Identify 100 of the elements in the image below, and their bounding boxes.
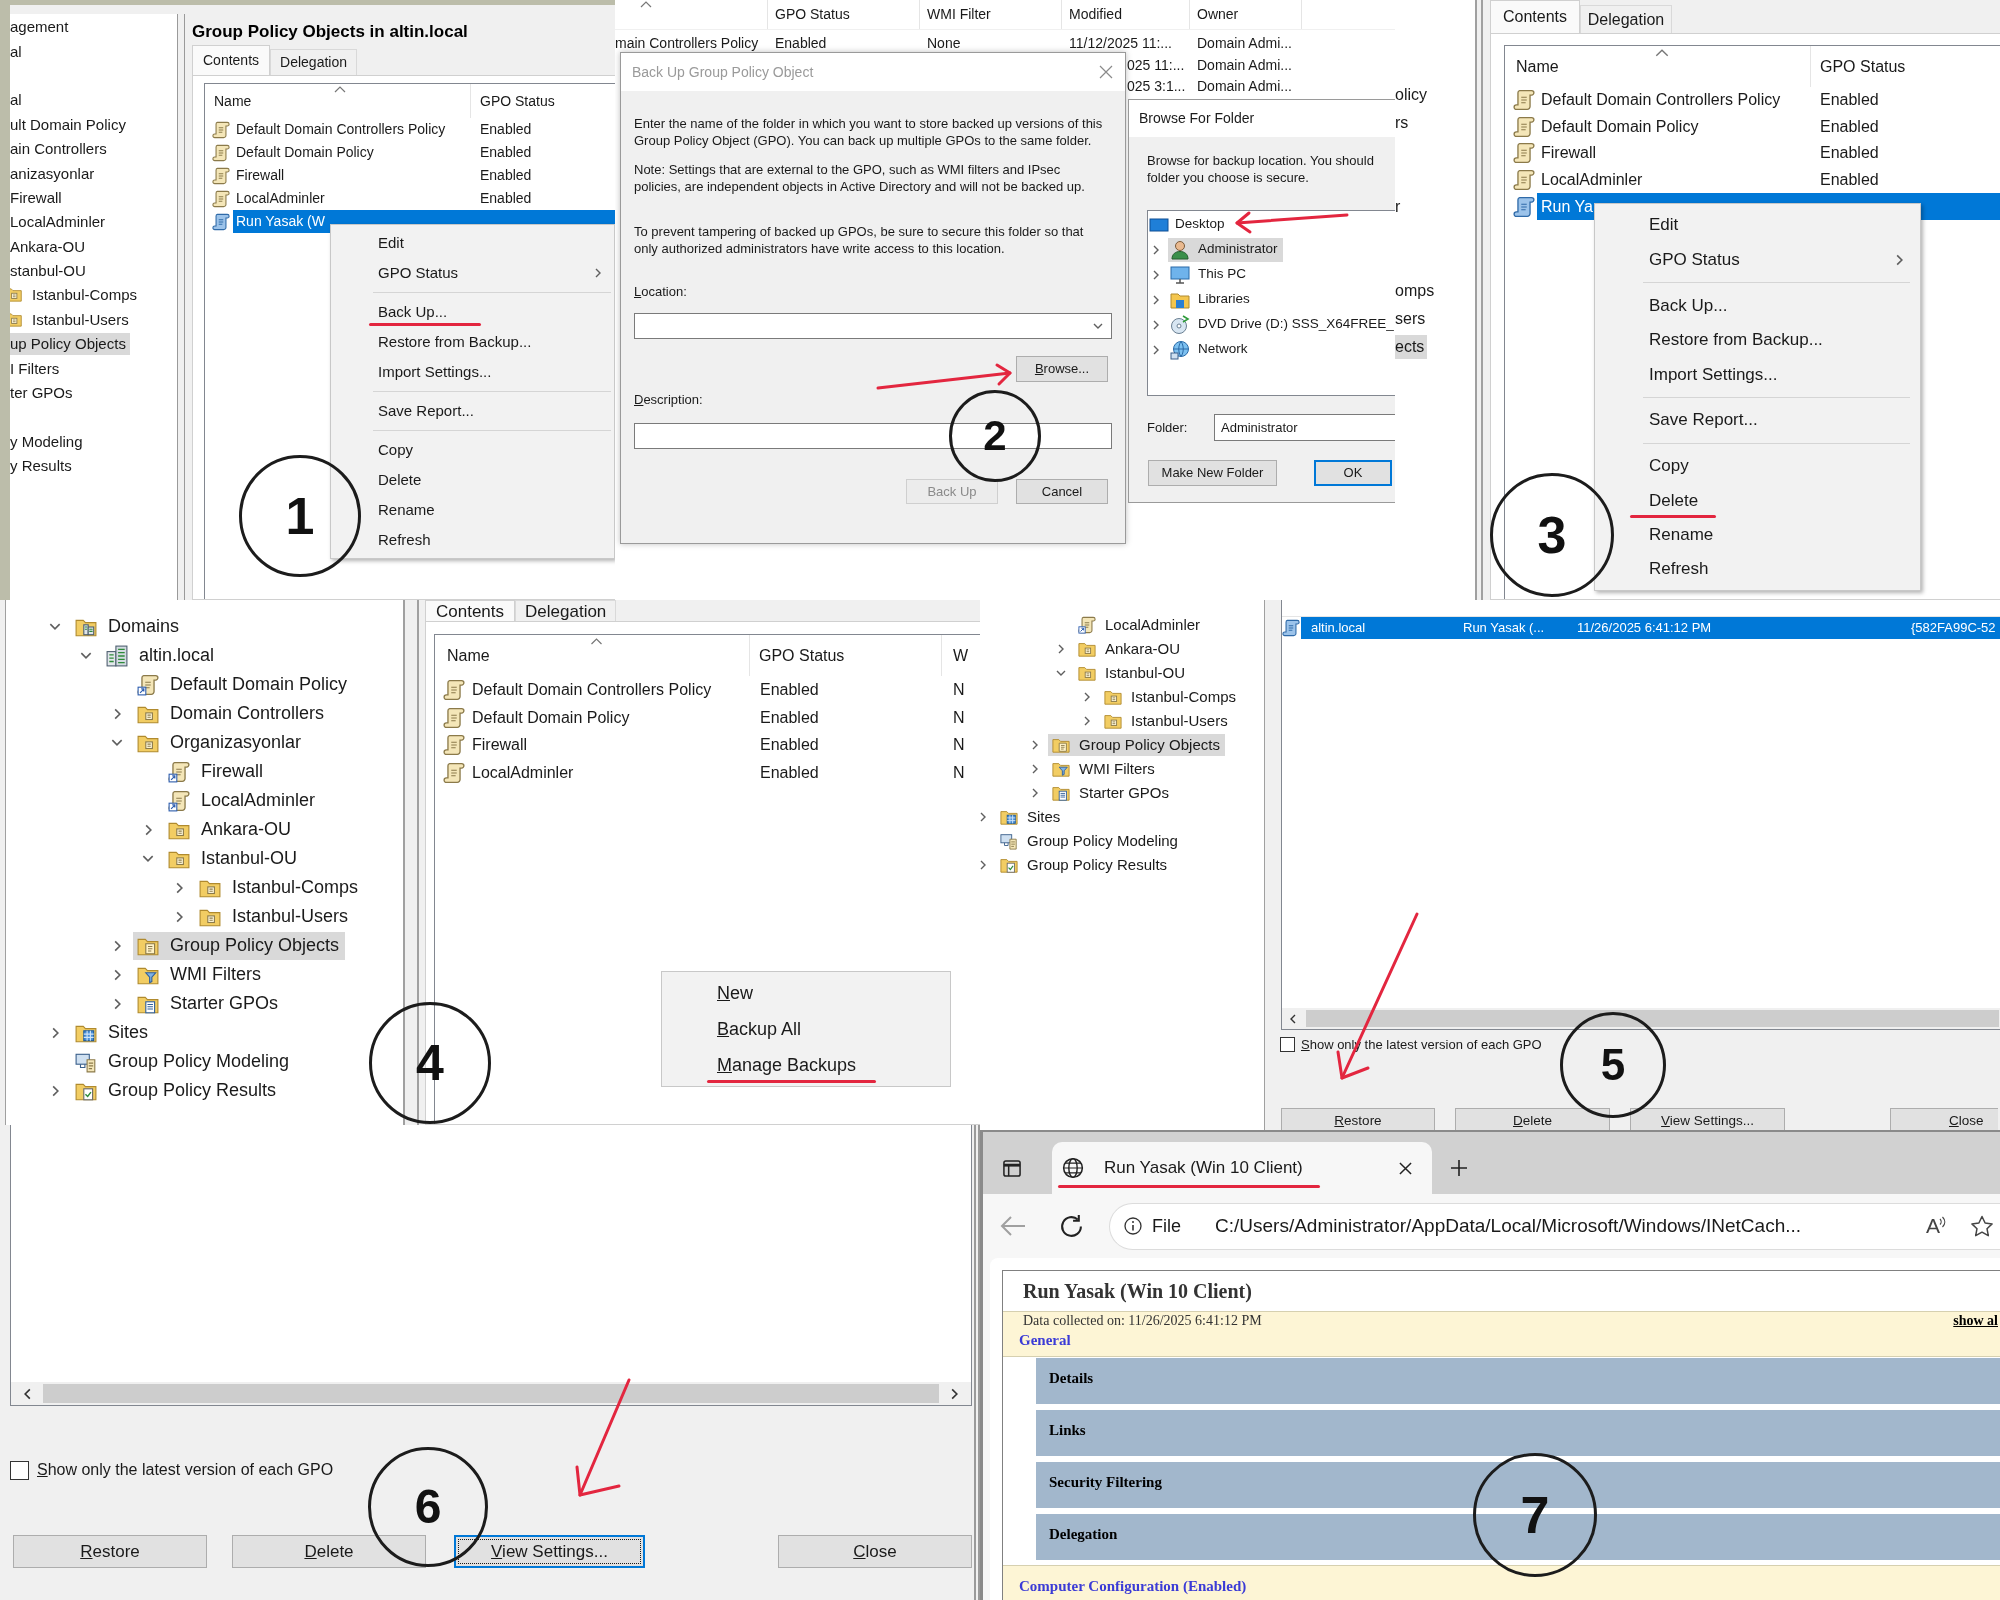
dialog-button[interactable]: Delete bbox=[1455, 1107, 1610, 1130]
chevron-right-icon[interactable] bbox=[1153, 319, 1159, 330]
horizontal-scrollbar[interactable] bbox=[1282, 1008, 2000, 1029]
tree-item[interactable]: y Modeling bbox=[10, 430, 87, 453]
tree-item[interactable]: Group Policy Objects bbox=[133, 931, 346, 960]
description-field[interactable] bbox=[634, 423, 1112, 449]
column-header[interactable]: WMI Filter bbox=[920, 0, 1062, 29]
column-header[interactable]: GPO Status bbox=[768, 0, 920, 29]
tree-item[interactable]: Starter GPOs bbox=[1048, 782, 1175, 804]
menu-item[interactable]: Import Settings... bbox=[1595, 357, 1920, 392]
column-header[interactable]: GPO Status bbox=[471, 84, 615, 118]
column-header[interactable]: W bbox=[942, 635, 980, 676]
chevron-right-icon[interactable] bbox=[51, 1026, 59, 1039]
chevron-right-icon[interactable] bbox=[980, 860, 986, 870]
tree-item[interactable]: ter GPOs bbox=[10, 382, 77, 405]
tree-item[interactable]: ain Controllers bbox=[10, 138, 111, 161]
horizontal-scrollbar[interactable] bbox=[11, 1382, 971, 1405]
tree-item[interactable]: Network bbox=[1168, 337, 1253, 362]
column-header[interactable]: GPO Status bbox=[1811, 46, 2000, 87]
chevron-right-icon[interactable] bbox=[1153, 294, 1159, 305]
tab[interactable]: Contents bbox=[192, 45, 271, 75]
column-header[interactable]: GPO Status bbox=[750, 635, 942, 676]
menu-item[interactable]: Restore from Backup... bbox=[1595, 322, 1920, 358]
sidebar-toggle-icon[interactable] bbox=[1002, 1158, 1022, 1178]
browse-button[interactable]: Browse... bbox=[1016, 356, 1108, 382]
tree-item[interactable]: omps bbox=[1395, 279, 1438, 303]
checkbox[interactable] bbox=[1280, 1037, 1295, 1053]
tree-item[interactable]: Ankara-OU bbox=[1074, 638, 1186, 660]
menu-item[interactable]: Backup All bbox=[662, 1011, 950, 1047]
section-heading[interactable]: Computer Configuration (Enabled) bbox=[1003, 1575, 1247, 1598]
read-aloud-button[interactable]: A bbox=[1926, 1210, 1940, 1242]
tree-item[interactable]: Firewall bbox=[10, 186, 66, 209]
tree-item[interactable]: ects bbox=[1395, 335, 1428, 359]
tree-item[interactable]: olicy bbox=[1395, 83, 1430, 107]
tree-item[interactable]: Istanbul-Comps bbox=[195, 873, 365, 902]
menu-item[interactable]: Back Up... bbox=[1595, 288, 1920, 323]
dialog-button[interactable]: Close bbox=[1890, 1107, 1998, 1130]
tree-item[interactable]: r bbox=[1395, 195, 1404, 219]
menu-item[interactable]: GPO Status bbox=[1595, 242, 1920, 277]
chevron-down-icon[interactable] bbox=[1056, 670, 1066, 676]
tree-item[interactable]: Istanbul-Users bbox=[32, 308, 133, 331]
dialog-button[interactable]: View Settings... bbox=[1630, 1107, 1785, 1130]
tree-item[interactable]: al bbox=[10, 89, 26, 112]
chevron-right-icon[interactable] bbox=[1153, 244, 1159, 255]
tree-item[interactable]: sers bbox=[1395, 307, 1429, 331]
tree-item[interactable]: Default Domain Policy bbox=[133, 670, 354, 699]
menu-item[interactable]: New bbox=[662, 975, 950, 1011]
chevron-right-icon[interactable] bbox=[175, 910, 183, 923]
chevron-right-icon[interactable] bbox=[1032, 740, 1038, 750]
dialog-button[interactable]: Cancel bbox=[1016, 479, 1108, 504]
folder-field[interactable]: Administrator bbox=[1214, 414, 1395, 441]
chevron-right-icon[interactable] bbox=[1032, 764, 1038, 774]
tree-item[interactable]: WMI Filters bbox=[133, 960, 267, 989]
chevron-right-icon[interactable] bbox=[1084, 692, 1090, 702]
tree-item[interactable]: Starter GPOs bbox=[133, 989, 285, 1018]
tree-item[interactable]: Istanbul-Users bbox=[1100, 710, 1233, 732]
tree-item[interactable]: I Filters bbox=[10, 357, 64, 380]
chevron-right-icon[interactable] bbox=[113, 997, 121, 1010]
star-icon[interactable] bbox=[1970, 1214, 1994, 1238]
chevron-down-icon[interactable] bbox=[80, 652, 92, 659]
tree-item[interactable]: This PC bbox=[1168, 262, 1251, 287]
location-dropdown[interactable] bbox=[634, 313, 1112, 339]
tab[interactable]: Delegation bbox=[270, 49, 357, 75]
chevron-down-icon[interactable] bbox=[111, 739, 123, 746]
menu-item[interactable]: GPO Status bbox=[331, 258, 614, 288]
tree-item[interactable]: up Policy Objects bbox=[10, 333, 130, 356]
scrollbar-thumb[interactable] bbox=[43, 1384, 939, 1403]
chevron-right-icon[interactable] bbox=[144, 823, 152, 836]
subsection-bar[interactable]: Details bbox=[1036, 1358, 2000, 1404]
tree-item[interactable]: Istanbul-OU bbox=[1074, 662, 1191, 684]
tree-item[interactable]: Firewall bbox=[164, 757, 269, 786]
scroll-left-icon[interactable] bbox=[24, 1387, 31, 1400]
menu-item[interactable]: Save Report... bbox=[331, 396, 614, 426]
tree-item[interactable]: Sites bbox=[71, 1018, 155, 1047]
menu-item[interactable]: Back Up... bbox=[331, 297, 614, 327]
tab[interactable]: Delegation bbox=[1580, 5, 1672, 33]
chevron-right-icon[interactable] bbox=[113, 968, 121, 981]
tree-item[interactable]: y Results bbox=[10, 455, 76, 478]
scrollbar-thumb[interactable] bbox=[1306, 1010, 1999, 1027]
dialog-button[interactable]: OK bbox=[1314, 460, 1392, 486]
tree-item[interactable]: LocalAdminler bbox=[1074, 614, 1206, 636]
tree-item[interactable]: anizasyonlar bbox=[10, 162, 99, 185]
show-all-link[interactable]: show al bbox=[1953, 1310, 1998, 1331]
plus-icon[interactable] bbox=[1450, 1159, 1468, 1177]
chevron-right-icon[interactable] bbox=[980, 812, 986, 822]
tree-item[interactable]: Libraries bbox=[1168, 287, 1255, 312]
info-icon[interactable] bbox=[1124, 1217, 1142, 1235]
close-icon[interactable] bbox=[1399, 1161, 1412, 1175]
browser-tab[interactable]: Run Yasak (Win 10 Client) bbox=[1052, 1142, 1432, 1194]
checkbox[interactable] bbox=[10, 1460, 29, 1480]
tree-item[interactable]: Group Policy Results bbox=[996, 854, 1173, 876]
dialog-button[interactable]: Delete bbox=[232, 1535, 426, 1568]
tree-item[interactable]: Ankara-OU bbox=[164, 815, 298, 844]
subsection-bar[interactable]: Links bbox=[1036, 1410, 2000, 1456]
dialog-button[interactable]: Make New Folder bbox=[1148, 460, 1277, 486]
tree-item[interactable]: Group Policy Results bbox=[71, 1076, 283, 1105]
tree-item[interactable]: Ankara-OU bbox=[10, 235, 90, 258]
tree-item[interactable]: Administrator bbox=[1168, 237, 1283, 262]
tree-item[interactable]: Sites bbox=[996, 806, 1066, 828]
chevron-right-icon[interactable] bbox=[113, 939, 121, 952]
